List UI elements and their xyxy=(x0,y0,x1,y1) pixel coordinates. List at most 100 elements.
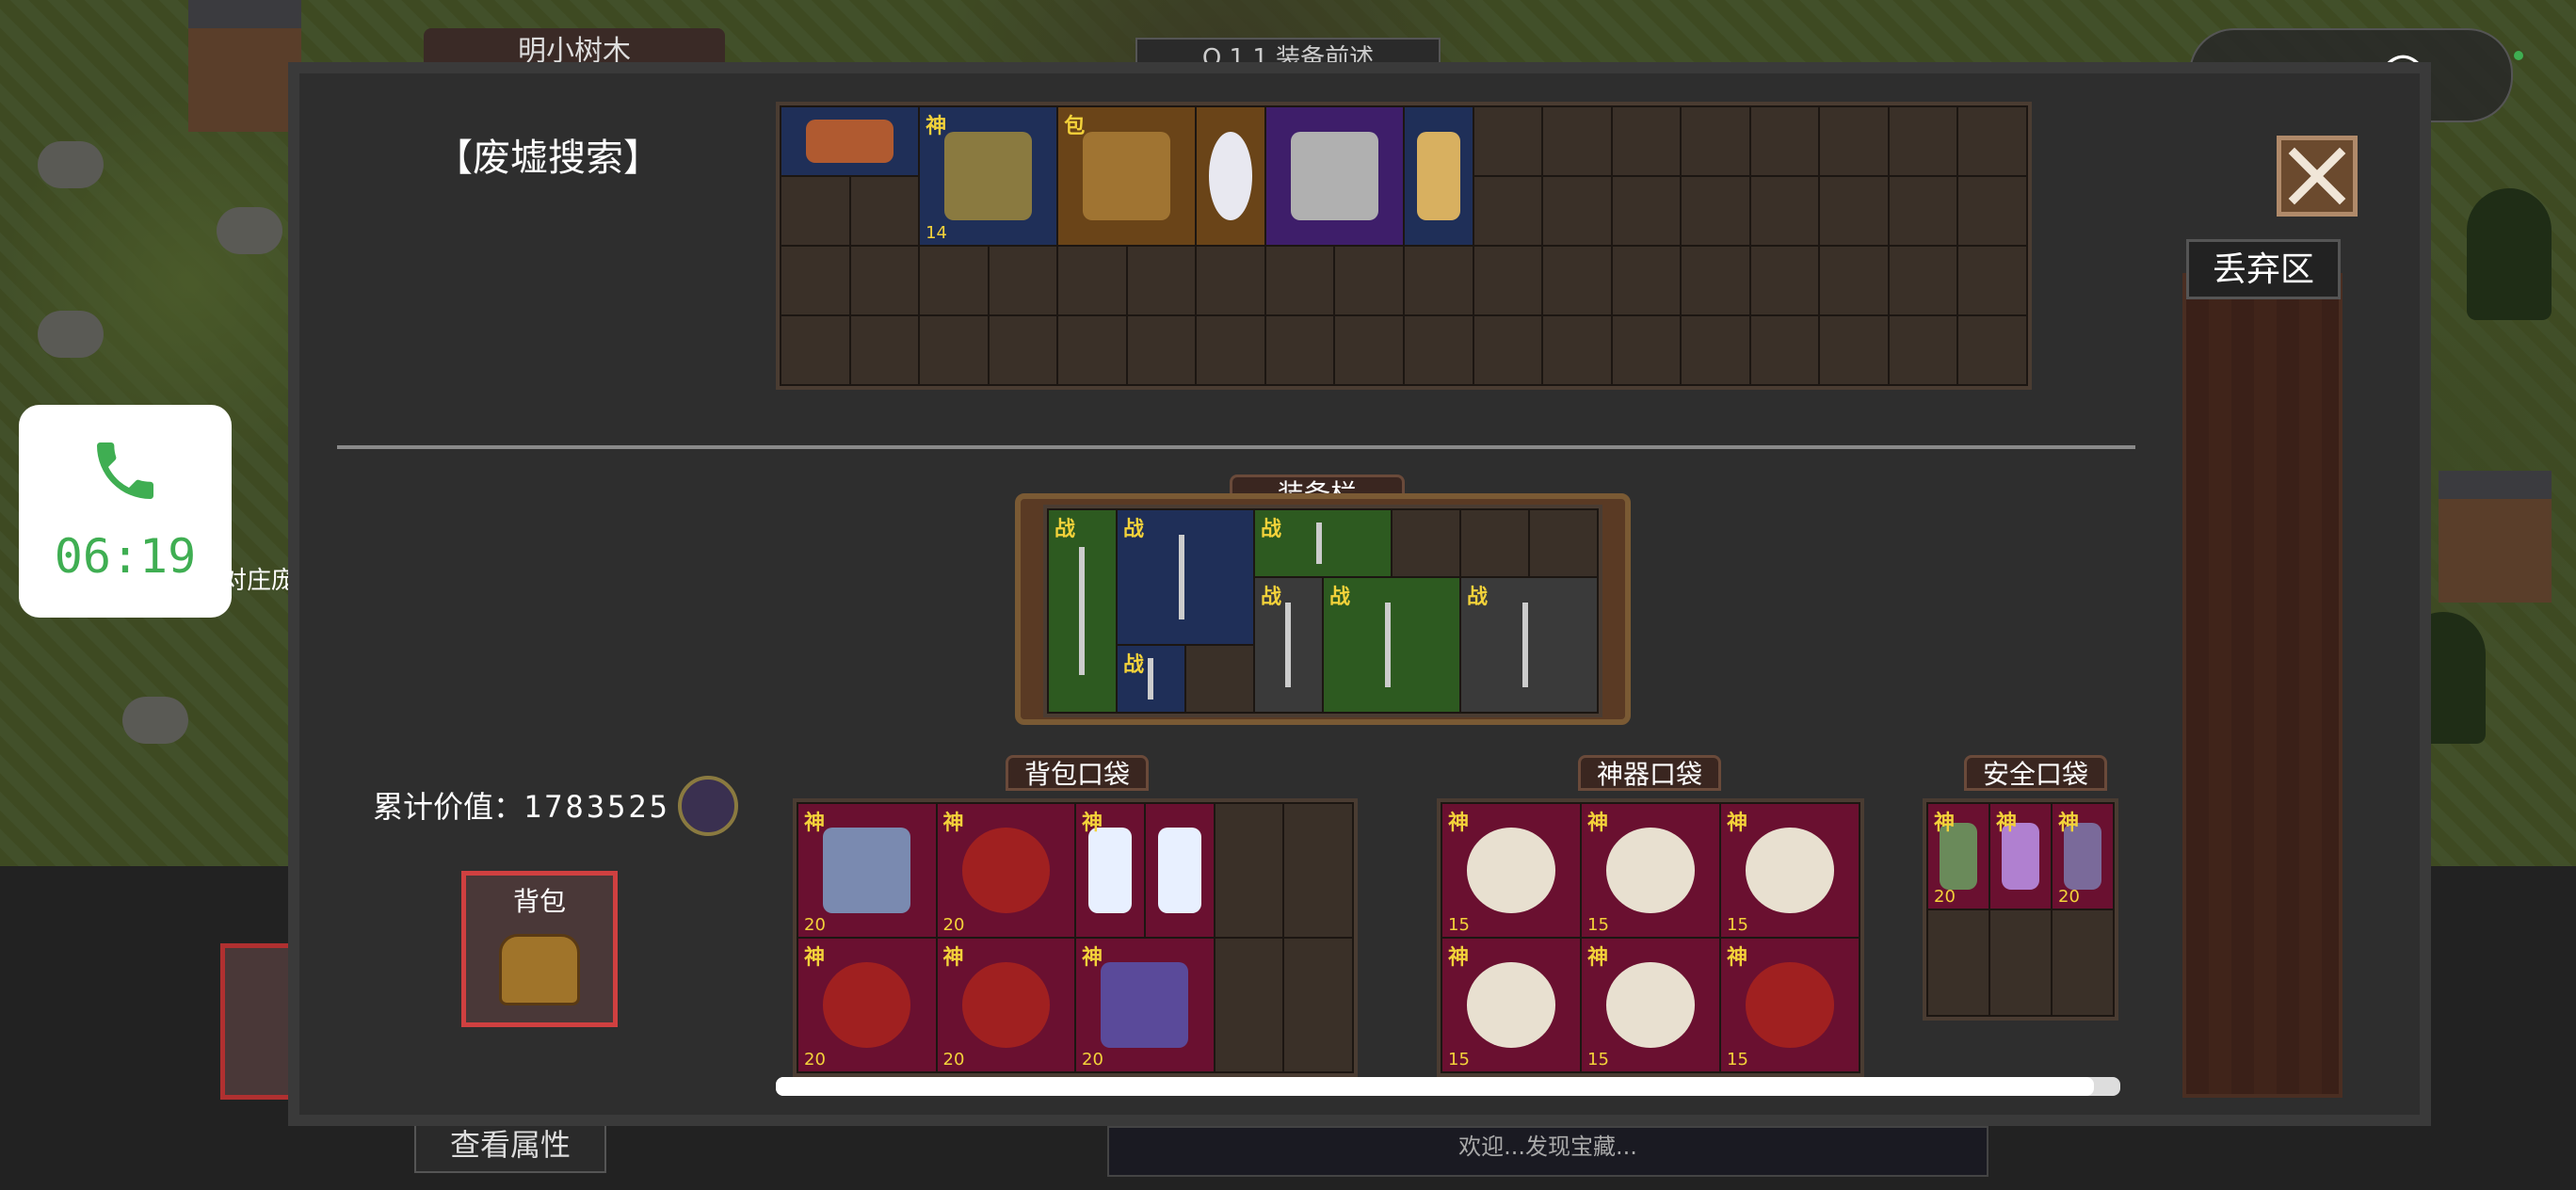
empty-slot[interactable] xyxy=(989,247,1057,314)
empty-slot[interactable] xyxy=(1473,177,1542,245)
item-slot[interactable]: 战 xyxy=(1118,646,1184,712)
empty-slot[interactable] xyxy=(1335,316,1403,384)
item-slot[interactable]: 神 xyxy=(1990,804,2051,909)
empty-slot[interactable] xyxy=(1612,247,1681,314)
empty-slot[interactable] xyxy=(989,316,1057,384)
empty-slot[interactable] xyxy=(1543,316,1611,384)
call-widget[interactable]: 06:19 xyxy=(19,405,232,618)
empty-slot[interactable] xyxy=(1928,910,1988,1015)
item-slot[interactable]: 神 15 xyxy=(1582,804,1719,937)
empty-slot[interactable] xyxy=(920,316,988,384)
empty-slot[interactable] xyxy=(1750,316,1819,384)
empty-slot[interactable] xyxy=(1682,107,1749,175)
empty-slot[interactable] xyxy=(1265,247,1334,314)
item-slot[interactable]: 神 15 xyxy=(1442,804,1580,937)
item-slot[interactable]: 战 xyxy=(1049,510,1116,712)
empty-slot[interactable] xyxy=(781,177,849,245)
item-slot[interactable]: 神 20 xyxy=(937,804,1074,937)
item-slot[interactable] xyxy=(1197,107,1264,245)
item-slot[interactable]: 神 20 xyxy=(1928,804,1988,909)
empty-slot[interactable] xyxy=(1473,316,1542,384)
empty-slot[interactable] xyxy=(1215,804,1283,937)
empty-slot[interactable] xyxy=(1889,107,1957,175)
empty-slot[interactable] xyxy=(1750,177,1819,245)
item-slot[interactable]: 包 xyxy=(1058,107,1196,245)
empty-slot[interactable] xyxy=(2053,910,2113,1015)
discard-area[interactable] xyxy=(2182,273,2343,1098)
item-slot[interactable]: 神 xyxy=(1076,804,1144,937)
item-slot[interactable]: 神 20 xyxy=(937,939,1074,1071)
close-button[interactable] xyxy=(2277,136,2358,217)
item-slot[interactable]: 战 xyxy=(1255,578,1322,712)
empty-slot[interactable] xyxy=(1186,646,1253,712)
empty-slot[interactable] xyxy=(1889,316,1957,384)
item-slot[interactable]: 神 20 xyxy=(1076,939,1214,1071)
empty-slot[interactable] xyxy=(1612,316,1681,384)
empty-slot[interactable] xyxy=(1889,247,1957,314)
empty-slot[interactable] xyxy=(1405,247,1473,314)
empty-slot[interactable] xyxy=(1958,107,2026,175)
scrollbar-thumb[interactable] xyxy=(776,1077,2094,1096)
empty-slot[interactable] xyxy=(1127,316,1196,384)
empty-slot[interactable] xyxy=(920,247,988,314)
item-slot[interactable]: 神 15 xyxy=(1721,804,1859,937)
empty-slot[interactable] xyxy=(1215,939,1283,1071)
item-slot[interactable]: 神 14 xyxy=(920,107,1057,245)
empty-slot[interactable] xyxy=(1612,107,1681,175)
empty-slot[interactable] xyxy=(850,247,919,314)
empty-slot[interactable] xyxy=(1889,177,1957,245)
empty-slot[interactable] xyxy=(1197,316,1264,384)
item-slot[interactable]: 神 20 xyxy=(798,804,936,937)
horizontal-scrollbar[interactable] xyxy=(776,1077,2120,1096)
item-slot[interactable]: 神 15 xyxy=(1721,939,1859,1071)
item-slot[interactable] xyxy=(1265,107,1403,245)
backpack-button[interactable]: 背包 xyxy=(461,871,618,1027)
empty-slot[interactable] xyxy=(1393,510,1459,576)
item-slot[interactable]: 战 xyxy=(1118,510,1253,644)
empty-slot[interactable] xyxy=(1543,247,1611,314)
item-slot[interactable]: 神 20 xyxy=(2053,804,2113,909)
item-slot[interactable] xyxy=(781,107,919,175)
empty-slot[interactable] xyxy=(1530,510,1597,576)
item-slot[interactable]: 神 15 xyxy=(1582,939,1719,1071)
empty-slot[interactable] xyxy=(781,316,849,384)
item-slot[interactable]: 战 xyxy=(1255,510,1391,576)
empty-slot[interactable] xyxy=(1820,107,1888,175)
empty-slot[interactable] xyxy=(1543,177,1611,245)
empty-slot[interactable] xyxy=(1265,316,1334,384)
empty-slot[interactable] xyxy=(1335,247,1403,314)
empty-slot[interactable] xyxy=(1473,107,1542,175)
empty-slot[interactable] xyxy=(1750,107,1819,175)
empty-slot[interactable] xyxy=(1058,247,1126,314)
empty-slot[interactable] xyxy=(1461,510,1528,576)
item-slot[interactable] xyxy=(1145,804,1214,937)
empty-slot[interactable] xyxy=(1197,247,1264,314)
empty-slot[interactable] xyxy=(1473,247,1542,314)
empty-slot[interactable] xyxy=(1820,247,1888,314)
empty-slot[interactable] xyxy=(850,177,919,245)
empty-slot[interactable] xyxy=(1990,910,2051,1015)
empty-slot[interactable] xyxy=(1958,316,2026,384)
empty-slot[interactable] xyxy=(1284,939,1352,1071)
empty-slot[interactable] xyxy=(1127,247,1196,314)
empty-slot[interactable] xyxy=(1820,316,1888,384)
empty-slot[interactable] xyxy=(1405,316,1473,384)
empty-slot[interactable] xyxy=(781,247,849,314)
item-slot[interactable]: 神 20 xyxy=(798,939,936,1071)
empty-slot[interactable] xyxy=(1958,247,2026,314)
item-slot[interactable]: 战 xyxy=(1461,578,1597,712)
empty-slot[interactable] xyxy=(1750,247,1819,314)
empty-slot[interactable] xyxy=(850,316,919,384)
empty-slot[interactable] xyxy=(1820,177,1888,245)
empty-slot[interactable] xyxy=(1543,107,1611,175)
empty-slot[interactable] xyxy=(1058,316,1126,384)
item-slot[interactable]: 神 15 xyxy=(1442,939,1580,1071)
empty-slot[interactable] xyxy=(1682,177,1749,245)
empty-slot[interactable] xyxy=(1612,177,1681,245)
empty-slot[interactable] xyxy=(1958,177,2026,245)
item-slot[interactable]: 战 xyxy=(1324,578,1459,712)
item-slot[interactable] xyxy=(1405,107,1473,245)
empty-slot[interactable] xyxy=(1284,804,1352,937)
empty-slot[interactable] xyxy=(1682,316,1749,384)
empty-slot[interactable] xyxy=(1682,247,1749,314)
